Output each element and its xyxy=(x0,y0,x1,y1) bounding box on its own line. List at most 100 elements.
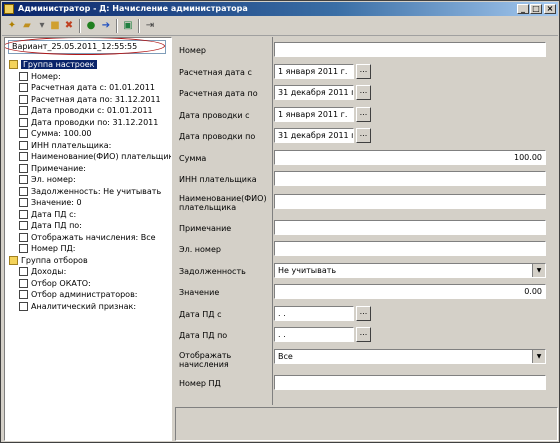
window-title: Администратор - Д: Начисление администра… xyxy=(18,4,248,13)
tree-item-setting[interactable]: Дата проводки по: 31.12.2011 xyxy=(19,117,158,128)
toolbar: ✦ ▰ ▾ ■ ✖ ● ➔ ▣ ⇥ xyxy=(2,17,558,36)
note-field[interactable] xyxy=(274,220,546,235)
label-el-number: Эл. номер xyxy=(179,245,221,254)
pd-date-from-picker-button[interactable]: ... xyxy=(356,306,371,321)
tree-item-setting[interactable]: ИНН плательщика: xyxy=(19,140,111,151)
tree-item-label: Дата проводки по: 31.12.2011 xyxy=(31,117,159,127)
delete-icon[interactable]: ✖ xyxy=(62,19,76,33)
toolbar-separator xyxy=(79,19,81,33)
tree-item-label: Примечание: xyxy=(31,163,86,173)
tree-item-setting[interactable]: Дата ПД с: xyxy=(19,209,76,220)
value-field[interactable]: 0.00 xyxy=(274,284,546,299)
tree-item-label: Отображать начисления: Все xyxy=(31,232,156,242)
tree-item-label: Группа настроек xyxy=(21,60,97,69)
tree-item-label: Дата проводки с: 01.01.2011 xyxy=(31,106,153,115)
field-icon xyxy=(19,163,28,173)
maximize-button[interactable]: □ xyxy=(530,4,542,14)
title-bar[interactable]: Администратор - Д: Начисление администра… xyxy=(2,2,558,16)
pd-date-to-field[interactable]: . . xyxy=(274,327,354,342)
close-button[interactable]: × xyxy=(544,4,556,14)
tree-group-settings[interactable]: Группа настроек xyxy=(9,59,97,70)
tree-item-filter[interactable]: Отбор администраторов: xyxy=(19,289,137,300)
tree-item-setting[interactable]: Сумма: 100.00 xyxy=(19,128,92,139)
tree-item-label: Сумма: 100.00 xyxy=(31,129,92,138)
field-icon xyxy=(19,117,28,127)
tree-item-label: Расчетная дата по: 31.12.2011 xyxy=(31,94,161,104)
filter-icon xyxy=(19,290,28,299)
folder-icon[interactable]: ■ xyxy=(48,19,62,33)
tree-item-setting[interactable]: Дата проводки с: 01.01.2011 xyxy=(19,105,153,116)
label-pd-number: Номер ПД xyxy=(179,379,221,388)
post-date-to-field[interactable]: 31 декабря 2011 г. xyxy=(274,128,354,143)
tree-item-setting[interactable]: Номер ПД: xyxy=(19,243,75,254)
chevron-down-icon[interactable]: ▼ xyxy=(532,264,545,277)
minimize-button[interactable]: _ xyxy=(517,4,529,14)
number-field[interactable] xyxy=(274,42,546,57)
filter-icon xyxy=(19,278,28,288)
pd-date-to-picker-button[interactable]: ... xyxy=(356,327,371,342)
tree-item-setting[interactable]: Примечание: xyxy=(19,163,86,174)
chevron-down-icon[interactable]: ▼ xyxy=(532,350,545,363)
label-calc-from: Расчетная дата с xyxy=(179,68,252,77)
label-show: Отображать начисления xyxy=(179,351,232,369)
tree-group-filters[interactable]: Группа отборов xyxy=(9,255,88,266)
next-icon[interactable]: ➔ xyxy=(99,19,113,33)
label-value: Значение xyxy=(179,288,220,297)
sum-field[interactable]: 100.00 xyxy=(274,150,546,165)
inn-field[interactable] xyxy=(274,171,546,186)
debt-select-value: Не учитывать xyxy=(278,266,337,275)
tree-item-label: Аналитический признак: xyxy=(31,301,137,311)
filter-form: Номер Расчетная дата с 1 января 2011 г. … xyxy=(175,37,558,405)
field-icon xyxy=(19,152,28,161)
tree-item-filter[interactable]: Аналитический признак: xyxy=(19,301,136,312)
tree-item-label: ИНН плательщика: xyxy=(31,140,112,150)
new-icon[interactable]: ✦ xyxy=(5,19,19,33)
field-icon xyxy=(19,140,28,150)
label-debt: Задолженность xyxy=(179,267,246,276)
tree-item-filter[interactable]: Доходы: xyxy=(19,266,66,277)
label-note: Примечание xyxy=(179,224,232,233)
tree-item-filter[interactable]: Отбор ОКАТО: xyxy=(19,278,91,289)
payer-name-field[interactable] xyxy=(274,194,546,209)
tree-item-label: Задолженность: Не учитывать xyxy=(31,186,162,196)
pd-date-from-field[interactable]: . . xyxy=(274,306,354,321)
field-icon xyxy=(19,232,28,242)
tree-item-setting[interactable]: Расчетная дата с: 01.01.2011 xyxy=(19,82,155,93)
calc-date-from-field[interactable]: 1 января 2011 г. xyxy=(274,64,354,79)
tree-item-setting[interactable]: Значение: 0 xyxy=(19,197,82,208)
field-icon xyxy=(19,83,28,92)
post-date-to-picker-button[interactable]: ... xyxy=(356,128,371,143)
tree-item-setting[interactable]: Эл. номер: xyxy=(19,174,76,185)
field-icon xyxy=(19,71,28,81)
open-icon[interactable]: ▰ xyxy=(20,19,34,33)
tree-item-setting[interactable]: Задолженность: Не учитывать xyxy=(19,186,161,197)
show-accruals-value: Все xyxy=(278,352,293,361)
post-date-from-field[interactable]: 1 января 2011 г. xyxy=(274,107,354,122)
field-icon xyxy=(19,94,28,104)
tree-item-setting[interactable]: Дата ПД по: xyxy=(19,220,82,231)
post-date-from-picker-button[interactable]: ... xyxy=(356,107,371,122)
highlight-annotation xyxy=(5,38,165,55)
show-accruals-select[interactable]: Все ▼ xyxy=(274,349,546,364)
export-icon[interactable]: ▣ xyxy=(121,19,135,33)
tree-item-setting[interactable]: Номер: xyxy=(19,71,61,82)
tree-item-label: Дата ПД с: xyxy=(31,209,77,219)
save-icon[interactable]: ▾ xyxy=(35,19,49,33)
el-number-field[interactable] xyxy=(274,241,546,256)
filter-icon xyxy=(19,267,28,276)
tree-item-setting[interactable]: Наименование(ФИО) плательщика xyxy=(19,151,172,162)
filter-icon xyxy=(19,301,28,311)
tree-item-setting[interactable]: Расчетная дата по: 31.12.2011 xyxy=(19,94,161,105)
tree-item-setting[interactable]: Отображать начисления: Все xyxy=(19,232,156,243)
calc-date-from-picker-button[interactable]: ... xyxy=(356,64,371,79)
refresh-icon[interactable]: ● xyxy=(84,19,98,33)
tree-item-label: Наименование(ФИО) плательщика xyxy=(31,152,172,161)
tree-item-label: Дата ПД по: xyxy=(31,221,82,230)
pd-number-field[interactable] xyxy=(274,375,546,390)
tree-item-label: Номер: xyxy=(31,71,61,81)
exit-icon[interactable]: ⇥ xyxy=(143,19,157,33)
calc-date-to-picker-button[interactable]: ... xyxy=(356,85,371,100)
calc-date-to-field[interactable]: 31 декабря 2011 г. xyxy=(274,85,354,100)
field-icon xyxy=(19,106,28,115)
debt-select[interactable]: Не учитывать ▼ xyxy=(274,263,546,278)
